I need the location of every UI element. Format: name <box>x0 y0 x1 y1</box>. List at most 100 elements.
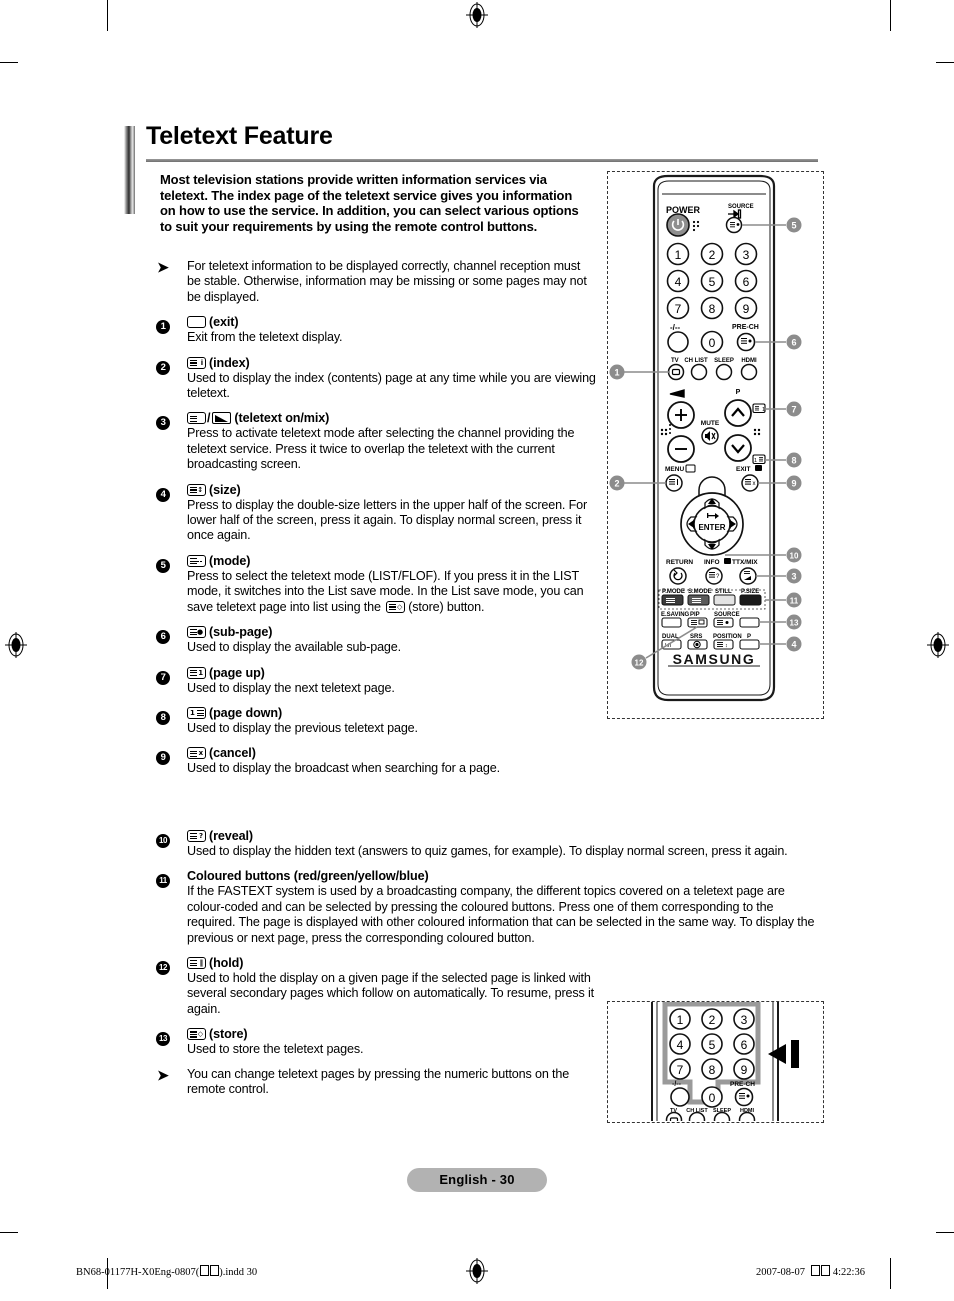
item-5-desc-part2: (store) button. <box>408 599 485 614</box>
inset-sleep-button <box>713 1111 731 1121</box>
note-bottom-text: You can change teletext pages by pressin… <box>187 1066 570 1097</box>
item-number-3: 3 <box>156 410 180 431</box>
remote-label-p-mode: P.MODE <box>662 589 685 595</box>
svg-text:3: 3 <box>743 248 750 262</box>
item-number-2: 2 <box>156 355 180 375</box>
item-9-label: (cancel) <box>209 746 256 761</box>
crop-mark-bottom-right <box>890 1258 891 1289</box>
item-7-label: (page up) <box>209 665 265 680</box>
list-item-12: 12 ‖ (hold) Used to hold the display on a… <box>156 955 596 1017</box>
yellow-button <box>713 594 736 606</box>
item-number-11: 11 <box>156 868 180 889</box>
note-bottom: ➤ You can change teletext pages by press… <box>156 1067 596 1098</box>
remote-label-pre-ch: PRE-CH <box>732 324 759 331</box>
svg-text:0: 0 <box>709 336 716 350</box>
item-8-heading: 1 (page down) <box>187 705 596 721</box>
remote-label-minus-dash: -/-- <box>670 323 681 332</box>
item-number-5: 5 <box>156 553 180 573</box>
svg-text:1: 1 <box>614 368 619 378</box>
print-slug-timestamp: 2007-08-07 4:22:36 <box>756 1265 865 1278</box>
inset-tv-button <box>665 1111 683 1121</box>
registration-mark-right <box>925 632 951 658</box>
registration-mark-left <box>3 632 29 658</box>
channel-down-button <box>724 434 752 462</box>
teletext-on-key-icon <box>187 412 206 425</box>
remote-label-mute: MUTE <box>701 420 720 427</box>
print-slug-filename: BN68-01177H-X0Eng-0807().indd 30 <box>76 1265 258 1278</box>
ttx-mix-button <box>739 567 757 585</box>
item-11-desc: If the FASTEXT system is used by a broad… <box>187 884 815 945</box>
arrow-bullet-icon: ➤ <box>157 259 169 275</box>
crop-mark-left-top <box>0 62 18 63</box>
svg-text:3: 3 <box>791 572 796 582</box>
sleep-button <box>715 363 733 381</box>
svg-text:1: 1 <box>675 248 682 262</box>
remote-label-power: POWER <box>666 205 701 215</box>
item-9-heading: x (cancel) <box>187 745 596 761</box>
svg-text:6: 6 <box>743 275 750 289</box>
inset-minus-dash-button <box>670 1087 690 1107</box>
list-item-6: 6 ● (sub-page) Used to display the availa… <box>156 624 596 655</box>
svg-text:↕: ↕ <box>725 643 728 649</box>
item-number-9: 9 <box>156 745 180 766</box>
svg-text:1: 1 <box>762 407 765 413</box>
item-6-label: (sub-page) <box>209 625 273 640</box>
slash-separator: / <box>207 411 211 426</box>
position-button <box>713 639 734 650</box>
item-8-label: (page down) <box>209 705 283 720</box>
svg-text:8: 8 <box>709 302 716 316</box>
item-3-label: (teletext on/mix) <box>234 411 330 426</box>
svg-text:7: 7 <box>677 1063 684 1077</box>
return-button <box>669 567 687 585</box>
intro-paragraph: Most television stations provide written… <box>160 172 579 234</box>
remote-control-figure: POWER SOURCE 1 2 3 4 5 6 7 8 9 -/-- 0 PR… <box>607 171 824 719</box>
svg-text:11: 11 <box>790 597 799 606</box>
item-13-desc: Used to store the teletext pages. <box>187 1042 364 1057</box>
remote-label-p: P <box>736 389 741 396</box>
instruction-list-narrow: ➤ For teletext information to be display… <box>156 259 596 786</box>
item-2-desc: Used to display the index (contents) pag… <box>187 370 596 401</box>
item-12-desc: Used to hold the display on a given page… <box>187 971 595 1016</box>
item-4-label: (size) <box>209 482 241 497</box>
remote-label-pip: PIP <box>690 612 700 618</box>
svg-text:3: 3 <box>741 1013 748 1027</box>
svg-text:7: 7 <box>791 405 796 415</box>
mode-key-icon <box>187 554 206 567</box>
remote-label-position: POSITION <box>713 634 742 640</box>
inset-label-pre-ch: PRE-CH <box>730 1081 755 1088</box>
remote-label-tv: TV <box>671 358 679 364</box>
item-10-desc: Used to display the hidden text (answers… <box>187 844 788 858</box>
list-item-10: 10 ? (reveal) Used to display the hidden … <box>156 828 816 859</box>
svg-text:x: x <box>753 481 756 487</box>
item-8-desc: Used to display the previous teletext pa… <box>187 720 418 735</box>
exit-key-icon <box>187 316 206 329</box>
inset-pre-ch-button <box>734 1087 754 1107</box>
list-item-4: 4 ↕ (size) Press to display the double-si… <box>156 482 596 544</box>
note-top-text: For teletext information to be displayed… <box>187 259 587 304</box>
svg-text:4: 4 <box>677 1038 684 1052</box>
tv-button <box>667 363 685 381</box>
page-down-key-icon: 1 <box>187 706 206 719</box>
remote-label-return: RETURN <box>666 559 693 566</box>
svg-text:9: 9 <box>741 1063 748 1077</box>
crop-mark-right-bottom <box>936 1232 954 1233</box>
item-12-heading: ‖ (hold) <box>187 955 596 971</box>
item-5-label: (mode) <box>209 553 251 568</box>
menu-button <box>665 474 683 492</box>
page-number-badge: English - 30 <box>407 1168 547 1192</box>
item-6-desc: Used to display the available sub-page. <box>187 640 401 655</box>
list-item-8: 8 1 (page down) Used to display the previ… <box>156 705 596 736</box>
remote-label-info: INFO <box>704 559 720 566</box>
item-3-heading: / (teletext on/mix) <box>187 410 596 426</box>
svg-text:2: 2 <box>709 248 716 262</box>
crop-mark-top-left <box>107 0 108 31</box>
item-9-desc: Used to display the broadcast when searc… <box>187 761 500 776</box>
list-item-1: 1 (exit) Exit from the teletext display. <box>156 314 596 345</box>
pre-ch-button <box>736 332 756 352</box>
list-item-3: 3 / (teletext on/mix) Press to activate t… <box>156 410 596 472</box>
item-13-label: (store) <box>209 1027 248 1042</box>
remote-keypad: 1 2 3 4 5 6 7 8 9 <box>666 242 758 320</box>
manual-page: Teletext Feature Most television station… <box>0 0 954 1301</box>
svg-text:8: 8 <box>709 1063 716 1077</box>
svg-text:2: 2 <box>709 1013 716 1027</box>
